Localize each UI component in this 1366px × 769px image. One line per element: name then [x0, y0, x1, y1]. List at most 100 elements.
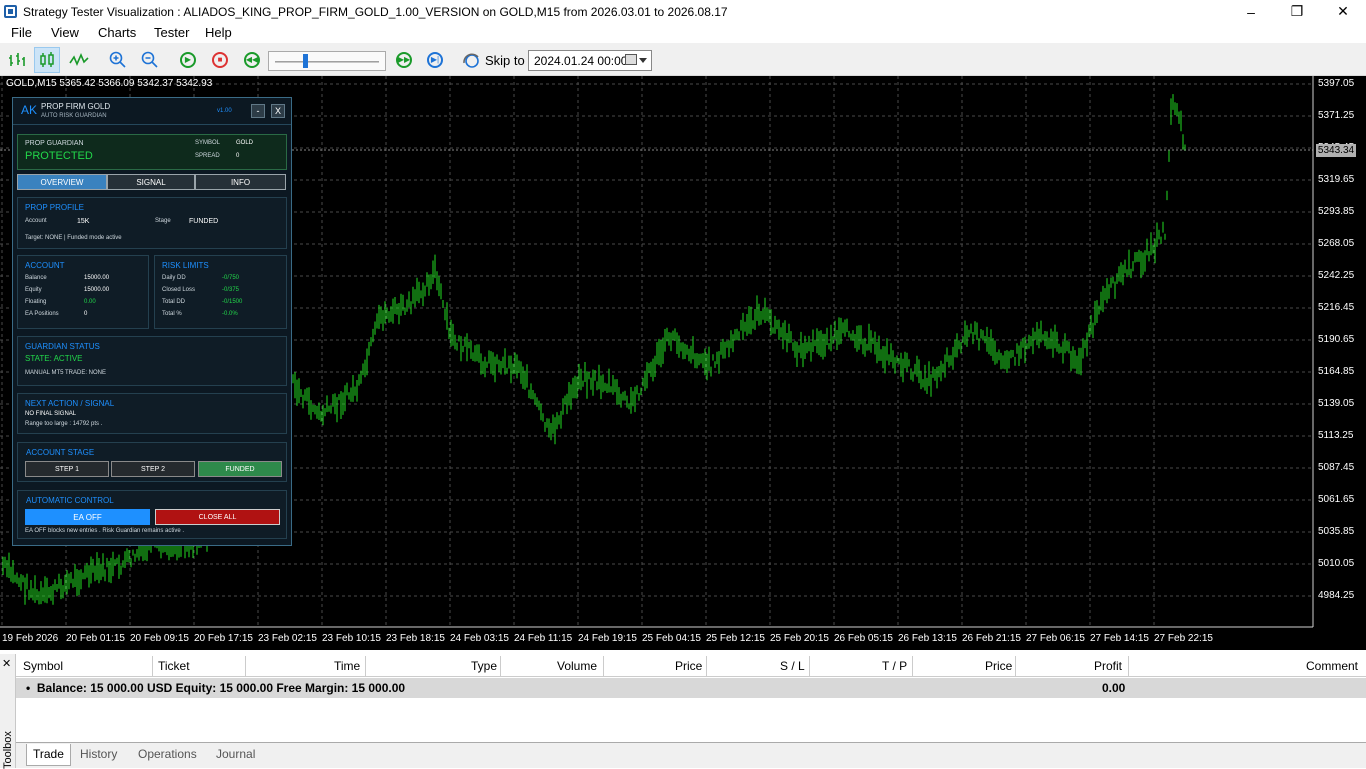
- close-all-button[interactable]: CLOSE ALL: [155, 509, 280, 525]
- symbol-value: GOLD: [236, 140, 254, 146]
- next-action-line2: Range too large : 14792 pts .: [25, 421, 103, 427]
- stop-icon: ■: [212, 52, 228, 68]
- stage-label: Stage: [155, 218, 171, 224]
- control-note: EA OFF blocks new entries . Risk Guardia…: [25, 528, 185, 534]
- total-dd-value: -0/1500: [222, 299, 243, 305]
- tab-journal[interactable]: Journal: [210, 744, 261, 766]
- tab-overview[interactable]: OVERVIEW: [17, 174, 107, 190]
- col-profit[interactable]: Profit: [1094, 659, 1122, 673]
- closed-loss-value: -0/375: [222, 287, 240, 293]
- line-chart-button[interactable]: [66, 47, 92, 73]
- ea-off-button[interactable]: EA OFF: [25, 509, 150, 525]
- equity-value: 15000.00: [84, 287, 110, 293]
- guardian-status: PROTECTED: [25, 150, 93, 162]
- risk-limits-title: RISK LIMITS: [162, 261, 209, 270]
- tab-trade[interactable]: Trade: [26, 744, 71, 766]
- col-price-current[interactable]: Price: [985, 659, 1012, 673]
- close-toolbox-icon[interactable]: ✕: [2, 657, 11, 670]
- tab-signal[interactable]: SIGNAL: [107, 174, 195, 190]
- panel-header[interactable]: AK PROP FIRM GOLD AUTO RISK GUARDIAN v1.…: [13, 98, 291, 125]
- x-tick-label: 23 Feb 18:15: [386, 633, 445, 644]
- col-comment[interactable]: Comment: [1306, 659, 1358, 673]
- speed-slider[interactable]: [268, 51, 386, 71]
- trade-table-header: Symbol Ticket Time Type Volume Price S /…: [16, 656, 1366, 677]
- col-tp[interactable]: T / P: [882, 659, 907, 673]
- next-action-title: NEXT ACTION / SIGNAL: [25, 399, 115, 408]
- panel-tabs: OVERVIEW SIGNAL INFO: [17, 174, 287, 190]
- ea-positions-label: EA Positions: [25, 311, 59, 317]
- y-tick-label: 5139.05: [1318, 398, 1355, 409]
- balance-value: 15000.00: [84, 275, 110, 281]
- zoom-in-icon: [109, 51, 126, 68]
- floating-label: Floating: [25, 299, 47, 305]
- x-tick-label: 19 Feb 2026: [2, 633, 59, 644]
- panel-minimize-button[interactable]: -: [251, 104, 265, 118]
- stage-buttons: STEP 1 STEP 2 FUNDED: [25, 461, 283, 477]
- daily-dd-label: Daily DD: [162, 275, 186, 281]
- slow-down-button[interactable]: ◀◀: [239, 47, 265, 73]
- candlestick-icon: [40, 52, 54, 67]
- y-tick-label: 5164.85: [1318, 366, 1355, 377]
- toolbox-tabs: Trade History Operations Journal: [16, 742, 1366, 768]
- col-time[interactable]: Time: [334, 659, 360, 673]
- floating-value: 0.00: [84, 299, 96, 305]
- x-tick-label: 24 Feb 03:15: [450, 633, 509, 644]
- x-tick-label: 26 Feb 21:15: [962, 633, 1021, 644]
- menu-help[interactable]: Help: [205, 25, 232, 40]
- col-price[interactable]: Price: [675, 659, 702, 673]
- skip-end-button[interactable]: ▶|: [422, 47, 448, 73]
- menu-tester[interactable]: Tester: [154, 25, 189, 40]
- close-window-button[interactable]: ✕: [1320, 0, 1366, 23]
- candle-chart-button[interactable]: [34, 47, 60, 73]
- col-ticket[interactable]: Ticket: [158, 659, 190, 673]
- stop-button[interactable]: ■: [207, 47, 233, 73]
- window-title: Strategy Tester Visualization : ALIADOS_…: [23, 5, 728, 19]
- skip-to-button[interactable]: [459, 47, 485, 73]
- funded-button[interactable]: FUNDED: [198, 461, 282, 477]
- tab-operations[interactable]: Operations: [132, 744, 203, 766]
- tab-history[interactable]: History: [74, 744, 123, 766]
- x-tick-label: 20 Feb 09:15: [130, 633, 189, 644]
- balance-row[interactable]: • Balance: 15 000.00 USD Equity: 15 000.…: [16, 678, 1366, 698]
- step-2-button[interactable]: STEP 2: [111, 461, 195, 477]
- skip-end-icon: ▶|: [427, 52, 443, 68]
- x-tick-label: 23 Feb 10:15: [322, 633, 381, 644]
- chevron-down-icon[interactable]: [639, 58, 647, 63]
- y-tick-label: 5190.65: [1318, 334, 1355, 345]
- col-sl[interactable]: S / L: [780, 659, 805, 673]
- menu-charts[interactable]: Charts: [98, 25, 136, 40]
- tab-info[interactable]: INFO: [195, 174, 286, 190]
- current-price-tag: 5343.34: [1316, 144, 1356, 157]
- speed-up-button[interactable]: ▶▶: [391, 47, 417, 73]
- step-1-button[interactable]: STEP 1: [25, 461, 109, 477]
- ea-panel[interactable]: AK PROP FIRM GOLD AUTO RISK GUARDIAN v1.…: [12, 97, 292, 546]
- next-action-box: NEXT ACTION / SIGNAL NO FINAL SIGNAL Ran…: [17, 393, 287, 434]
- zoom-in-button[interactable]: [105, 47, 131, 73]
- col-type[interactable]: Type: [471, 659, 497, 673]
- y-tick-label: 5035.85: [1318, 526, 1355, 537]
- account-stage-title: ACCOUNT STAGE: [26, 448, 95, 457]
- panel-close-button[interactable]: X: [271, 104, 285, 118]
- x-tick-label: 20 Feb 17:15: [194, 633, 253, 644]
- play-button[interactable]: ▶: [175, 47, 201, 73]
- maximize-button[interactable]: ❐: [1274, 0, 1320, 23]
- zoom-out-button[interactable]: [137, 47, 163, 73]
- col-volume[interactable]: Volume: [557, 659, 597, 673]
- menu-view[interactable]: View: [51, 25, 79, 40]
- guardian-status-title: GUARDIAN STATUS: [25, 342, 100, 351]
- play-icon: ▶: [180, 52, 196, 68]
- panel-subtitle: AUTO RISK GUARDIAN: [41, 113, 107, 119]
- x-tick-label: 23 Feb 02:15: [258, 633, 317, 644]
- x-tick-label: 27 Feb 06:15: [1026, 633, 1085, 644]
- col-symbol[interactable]: Symbol: [23, 659, 63, 673]
- calendar-icon[interactable]: [625, 54, 637, 65]
- bar-chart-button[interactable]: [4, 47, 30, 73]
- manual-trade-status: MANUAL MT5 TRADE: NONE: [25, 370, 107, 376]
- prop-profile-title: PROP PROFILE: [25, 203, 84, 212]
- x-tick-label: 26 Feb 13:15: [898, 633, 957, 644]
- guardian-box: PROP GUARDIAN PROTECTED SYMBOL GOLD SPRE…: [17, 134, 287, 170]
- menu-file[interactable]: File: [11, 25, 32, 40]
- slider-thumb[interactable]: [303, 54, 308, 68]
- total-dd-label: Total DD: [162, 299, 186, 305]
- minimize-button[interactable]: –: [1228, 0, 1274, 23]
